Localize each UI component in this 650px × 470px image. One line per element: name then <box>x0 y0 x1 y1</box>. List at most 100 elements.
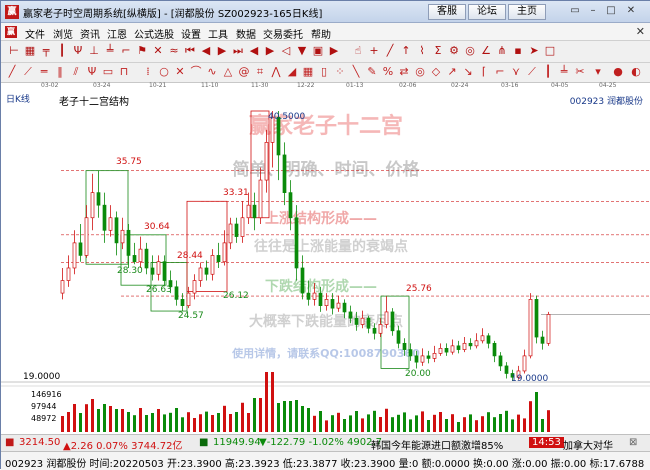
down-arrow-icon[interactable]: ▼ <box>295 44 309 58</box>
menu-gann[interactable]: 江恩 <box>107 26 127 41</box>
rewind-icon[interactable]: ◀ <box>247 44 261 58</box>
menu-browse[interactable]: 浏览 <box>53 26 73 41</box>
draw-vline-icon[interactable]: ‖ <box>53 65 67 79</box>
fork2-icon[interactable]: ⋔ <box>495 44 509 58</box>
square-icon[interactable]: □ <box>543 44 557 58</box>
color-picker-icon[interactable]: ● <box>611 65 625 79</box>
menu-tools[interactable]: 工具 <box>208 26 228 41</box>
menu-help[interactable]: 帮助 <box>311 26 331 41</box>
draw-steps-icon[interactable]: ⌐ <box>493 65 507 79</box>
sigma-icon[interactable]: Σ <box>431 44 445 58</box>
rise-icon[interactable]: ╱ <box>383 44 397 58</box>
home-button[interactable]: 主页 <box>508 4 546 20</box>
draw-cut-icon[interactable]: ✂ <box>573 65 587 79</box>
first-icon[interactable]: ⏮ <box>183 44 197 58</box>
forum-button[interactable]: 论坛 <box>468 4 506 20</box>
chart-type-icon[interactable]: ⌇ <box>415 44 429 58</box>
draw-fork-icon[interactable]: Ψ <box>85 65 99 79</box>
draw-grid-icon[interactable]: ▦ <box>301 65 315 79</box>
draw-ruler-icon[interactable]: ╧ <box>557 65 571 79</box>
news-ticker[interactable]: 韩国今年能源进口额激增85% <box>371 437 503 452</box>
draw-sector-icon[interactable]: ◢ <box>285 65 299 79</box>
draw-gann-icon[interactable]: ⌗ <box>253 65 267 79</box>
menu-settings[interactable]: 设置 <box>181 26 201 41</box>
draw-box-icon[interactable]: ▭ <box>101 65 115 79</box>
draw-line-icon[interactable]: ╱ <box>5 65 19 79</box>
draw-bar-icon[interactable]: ┃ <box>541 65 555 79</box>
ad-ticker[interactable]: 加拿大对华 <box>563 437 613 452</box>
cross-icon[interactable]: ✕ <box>151 44 165 58</box>
last-icon[interactable]: ⏭ <box>231 44 245 58</box>
draw-vert-icon[interactable]: ⁞ <box>141 65 155 79</box>
hammer-icon[interactable]: ╤ <box>39 44 53 58</box>
draw-up-icon[interactable]: ↗ <box>445 65 459 79</box>
hand-icon[interactable]: ☝ <box>351 44 365 58</box>
minimize-icon[interactable]: – <box>585 4 601 19</box>
candle-body <box>228 223 233 244</box>
kline-chart[interactable]: 赢家老子十二宫 简单、明确、时间、价格 上涨结构形成—— 往往是上涨能量的衰竭点… <box>1 91 650 434</box>
service-button[interactable]: 客服 <box>428 4 466 20</box>
angle-icon[interactable]: ∠ <box>479 44 493 58</box>
bars-icon[interactable]: ┃ <box>55 44 69 58</box>
ticker-close-icon[interactable]: ⊠ <box>629 437 637 448</box>
draw-ray-icon[interactable]: ⟋ <box>21 65 35 79</box>
spiral-icon[interactable]: ◎ <box>463 44 477 58</box>
draw-fib-icon[interactable]: ⊓ <box>117 65 131 79</box>
draw-cross-icon[interactable]: ✕ <box>173 65 187 79</box>
draw-rect-icon[interactable]: ▯ <box>317 65 331 79</box>
wave-icon[interactable]: ≈ <box>167 44 181 58</box>
menu-formula[interactable]: 公式选股 <box>134 26 174 41</box>
draw-dotgrid-icon[interactable]: ⁘ <box>333 65 347 79</box>
draw-zig-icon[interactable]: ⋎ <box>509 65 523 79</box>
draw-channel-icon[interactable]: ⫽ <box>69 65 83 79</box>
level-icon[interactable]: ╧ <box>103 44 117 58</box>
volume-bar <box>493 417 496 432</box>
arrow-up-icon[interactable]: ↑ <box>399 44 413 58</box>
maximize-icon[interactable]: □ <box>603 4 619 19</box>
menu-file[interactable]: 文件 <box>25 26 45 41</box>
tick-icon[interactable]: ⊥ <box>87 44 101 58</box>
fork-icon[interactable]: Ψ <box>71 44 85 58</box>
trend-icon[interactable]: ⌐ <box>119 44 133 58</box>
menu-data[interactable]: 数据 <box>236 26 256 41</box>
sh-index-icon[interactable]: ■ <box>5 437 14 448</box>
palette-icon[interactable]: ◐ <box>629 65 643 79</box>
draw-percent-icon[interactable]: % <box>381 65 395 79</box>
gear-icon[interactable]: ⚙ <box>447 44 461 58</box>
draw-ring-icon[interactable]: ◎ <box>413 65 427 79</box>
menu-trade[interactable]: 交易委托 <box>263 26 303 41</box>
sz-index-icon[interactable]: ■ <box>199 437 208 448</box>
next-icon[interactable]: ▶ <box>215 44 229 58</box>
draw-line2-icon[interactable]: ╲ <box>349 65 363 79</box>
menu-close-icon[interactable]: ✕ <box>636 25 645 38</box>
back-icon[interactable]: ◁ <box>279 44 293 58</box>
restore-icon[interactable]: ▭ <box>567 4 583 19</box>
ruler-icon[interactable]: ⊢ <box>7 44 21 58</box>
draw-tri-icon[interactable]: △ <box>221 65 235 79</box>
close-icon[interactable]: ✕ <box>623 4 639 19</box>
draw-hline-icon[interactable]: ═ <box>37 65 51 79</box>
draw-arrows-icon[interactable]: ⇄ <box>397 65 411 79</box>
camera-icon[interactable]: ▪ <box>511 44 525 58</box>
draw-pin-icon[interactable]: ▾ <box>591 65 605 79</box>
draw-tilt-icon[interactable]: ⟋ <box>525 65 539 79</box>
crosshair-icon[interactable]: + <box>367 44 381 58</box>
draw-spiral-icon[interactable]: @ <box>237 65 251 79</box>
draw-pitch-icon[interactable]: ⋀ <box>269 65 283 79</box>
prev-icon[interactable]: ◀ <box>199 44 213 58</box>
cursor-icon[interactable]: ➤ <box>527 44 541 58</box>
draw-marker-icon[interactable]: ◇ <box>429 65 443 79</box>
draw-bracket-icon[interactable]: ⌈ <box>477 65 491 79</box>
flag-icon[interactable]: ⚑ <box>135 44 149 58</box>
draw-wave-icon[interactable]: ∿ <box>205 65 219 79</box>
menu-news[interactable]: 资讯 <box>80 26 100 41</box>
draw-down-icon[interactable]: ↘ <box>461 65 475 79</box>
end-icon[interactable]: ▶ <box>327 44 341 58</box>
frame-icon[interactable]: ▣ <box>311 44 325 58</box>
forward-icon[interactable]: ▶ <box>263 44 277 58</box>
draw-arc-icon[interactable]: ⌒ <box>189 65 203 79</box>
grid-icon[interactable]: ▦ <box>23 44 37 58</box>
draw-pen-icon[interactable]: ✎ <box>365 65 379 79</box>
draw-circle-icon[interactable]: ○ <box>157 65 171 79</box>
date-tick: 03-02 <box>41 82 59 89</box>
